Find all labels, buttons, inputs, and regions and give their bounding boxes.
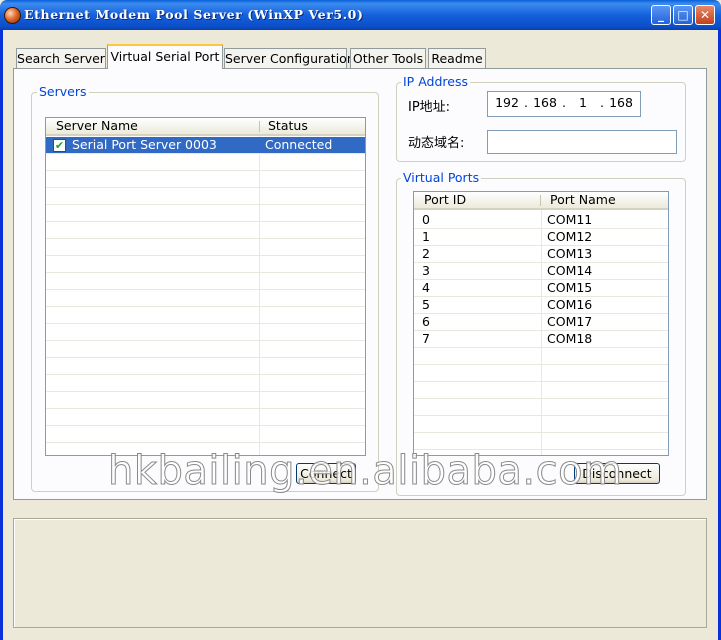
port-id-cell: 7: [422, 331, 430, 346]
server-row[interactable]: ✔ Serial Port Server 0003 Connected: [46, 137, 365, 154]
empty-row: [46, 375, 365, 392]
maximize-button[interactable]: □: [673, 5, 693, 25]
servers-legend: Servers: [37, 84, 89, 99]
ip-segment-1[interactable]: 192: [490, 95, 524, 110]
virtual-ports-legend: Virtual Ports: [401, 170, 482, 185]
port-name-cell: COM15: [547, 280, 593, 295]
empty-row: [46, 188, 365, 205]
minimize-button[interactable]: _: [651, 5, 671, 25]
tab-server-configuration[interactable]: Server Configuration: [224, 48, 355, 68]
empty-row: [414, 399, 668, 416]
tab-other-tools[interactable]: Other Tools: [350, 48, 426, 68]
port-name-cell: COM12: [547, 229, 593, 244]
port-id-cell: 1: [422, 229, 430, 244]
empty-row: [414, 365, 668, 382]
empty-row: [46, 358, 365, 375]
port-row[interactable]: 0 COM11: [414, 212, 668, 229]
port-name-cell: COM17: [547, 314, 593, 329]
column-port-name[interactable]: Port Name: [542, 192, 662, 208]
empty-row: [46, 154, 365, 171]
empty-row: [46, 239, 365, 256]
minimize-icon: _: [658, 8, 664, 22]
port-row[interactable]: 3 COM14: [414, 263, 668, 280]
port-id-cell: 5: [422, 297, 430, 312]
port-name-cell: COM13: [547, 246, 593, 261]
domain-input[interactable]: [487, 130, 677, 154]
port-name-cell: COM18: [547, 331, 593, 346]
column-port-id[interactable]: Port ID: [416, 192, 540, 208]
empty-row: [414, 348, 668, 365]
window-title: Ethernet Modem Pool Server (WinXP Ver5.0…: [24, 7, 364, 22]
port-name-cell: COM11: [547, 212, 593, 227]
watermark-text: hkbailing.en.alibaba.com: [108, 448, 623, 495]
ip-address-input[interactable]: 192 . 168 . 1 . 168: [487, 91, 641, 117]
empty-row: [46, 273, 365, 290]
empty-row: [46, 205, 365, 222]
port-name-cell: COM16: [547, 297, 593, 312]
ip-address-legend: IP Address: [401, 74, 470, 89]
port-id-cell: 0: [422, 212, 430, 227]
tab-readme[interactable]: Readme: [428, 48, 486, 68]
server-checkbox[interactable]: ✔: [53, 139, 66, 152]
ip-segment-2[interactable]: 168: [528, 95, 562, 110]
tab-search-server[interactable]: Search Server: [16, 48, 106, 68]
port-list-header: Port ID Port Name: [414, 192, 668, 210]
server-status-cell: Connected: [265, 137, 333, 152]
column-separator: [540, 195, 541, 206]
empty-row: [46, 324, 365, 341]
port-id-cell: 6: [422, 314, 430, 329]
ip-label: IP地址:: [408, 100, 451, 115]
server-list-header: Server Name Status: [46, 118, 365, 136]
port-id-cell: 4: [422, 280, 430, 295]
maximize-icon: □: [677, 8, 689, 22]
ip-segment-3[interactable]: 1: [566, 95, 600, 110]
window-border-left: [0, 30, 3, 640]
server-name-cell: Serial Port Server 0003: [72, 137, 217, 152]
port-id-cell: 3: [422, 263, 430, 278]
domain-label: 动态域名:: [408, 136, 465, 151]
empty-row: [46, 341, 365, 358]
port-id-cell: 2: [422, 246, 430, 261]
close-icon: ✕: [699, 8, 711, 22]
empty-row: [46, 256, 365, 273]
empty-row: [46, 307, 365, 324]
port-row[interactable]: 4 COM15: [414, 280, 668, 297]
port-name-cell: COM14: [547, 263, 593, 278]
server-list[interactable]: Server Name Status ✔ Serial Port Server …: [45, 117, 366, 456]
empty-row: [46, 426, 365, 443]
port-row[interactable]: 6 COM17: [414, 314, 668, 331]
port-row[interactable]: 7 COM18: [414, 331, 668, 348]
tab-virtual-serial-port[interactable]: Virtual Serial Port: [107, 44, 223, 69]
empty-row: [46, 171, 365, 188]
column-server-name[interactable]: Server Name: [48, 118, 260, 134]
column-status[interactable]: Status: [260, 118, 360, 134]
status-panel: [13, 518, 707, 628]
empty-row: [46, 222, 365, 239]
ip-segment-4[interactable]: 168: [604, 95, 638, 110]
virtual-port-list[interactable]: Port ID Port Name 0 COM11 1 COM12 2 COM1…: [413, 191, 669, 456]
port-row[interactable]: 1 COM12: [414, 229, 668, 246]
app-icon: [4, 7, 21, 24]
port-row[interactable]: 5 COM16: [414, 297, 668, 314]
empty-row: [414, 382, 668, 399]
empty-row: [46, 392, 365, 409]
empty-row: [46, 290, 365, 307]
close-button[interactable]: ✕: [695, 5, 715, 25]
empty-row: [46, 409, 365, 426]
port-row[interactable]: 2 COM13: [414, 246, 668, 263]
empty-row: [414, 416, 668, 433]
